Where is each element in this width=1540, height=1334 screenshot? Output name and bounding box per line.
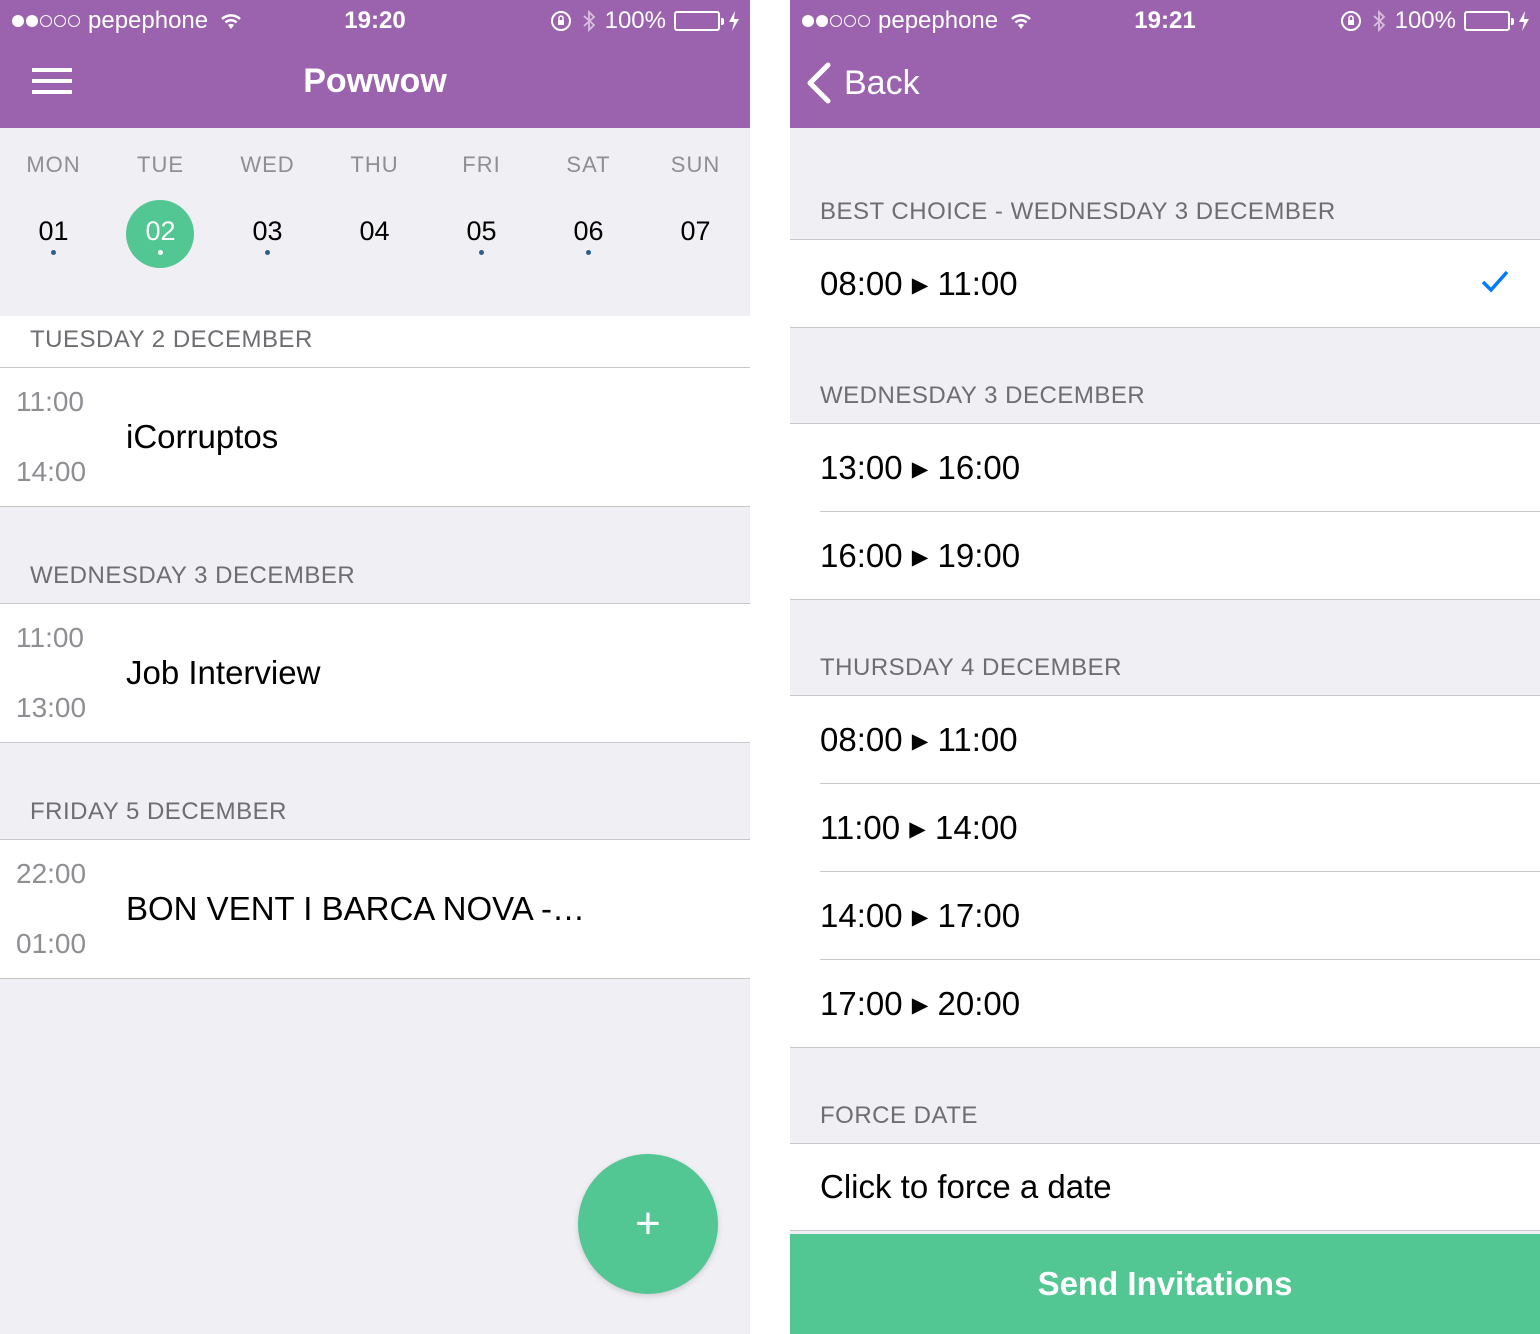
calendar-screen: pepephone 19:20 100% Powwow MON 01 TUE 0…	[0, 0, 750, 1334]
rotation-lock-icon	[1340, 11, 1361, 31]
charging-icon	[729, 11, 739, 31]
charging-icon	[1519, 11, 1529, 31]
event-end-time: 01:00	[16, 928, 87, 959]
event-start-time: 11:00	[16, 386, 84, 417]
battery-percent: 100%	[1394, 7, 1456, 34]
day-sat[interactable]: SAT 06	[535, 128, 642, 268]
day-tue[interactable]: TUE 02	[107, 128, 214, 268]
force-date-row[interactable]: Click to force a date	[790, 1143, 1540, 1231]
day-number: 06	[573, 216, 604, 246]
time-range: 16:00 ▸ 19:00	[820, 537, 1021, 574]
bluetooth-icon	[1373, 9, 1385, 33]
day-sun[interactable]: SUN 07	[642, 128, 749, 268]
time-range: 13:00 ▸ 16:00	[820, 449, 1021, 486]
day-number: 01	[38, 216, 69, 246]
back-label: Back	[844, 63, 920, 102]
time-slot[interactable]: 14:00 ▸ 17:00	[790, 872, 1540, 960]
section-header: FORCE DATE	[820, 1102, 978, 1129]
event-end-time: 13:00	[16, 692, 87, 723]
day-number: 05	[466, 216, 497, 246]
status-bar: pepephone 19:20 100%	[0, 0, 750, 40]
day-name: WED	[240, 152, 295, 177]
section-header: FRIDAY 5 DECEMBER	[30, 798, 287, 825]
event-dot	[265, 250, 270, 255]
day-mon[interactable]: MON 01	[0, 128, 107, 268]
battery-icon	[674, 11, 724, 31]
event-row[interactable]: 22:00 BON VENT I BARCA NOVA -… 01:00	[0, 839, 750, 979]
section-header: WEDNESDAY 3 DECEMBER	[820, 382, 1146, 409]
week-strip: MON 01 TUE 02 WED 03 THU 04 FRI 05 SAT 0…	[0, 128, 750, 396]
time-slot[interactable]: 16:00 ▸ 19:00	[790, 512, 1540, 600]
section-header: BEST CHOICE - WEDNESDAY 3 DECEMBER	[820, 198, 1336, 225]
event-row[interactable]: 11:00 Job Interview 13:00	[0, 603, 750, 743]
bluetooth-icon	[583, 9, 595, 33]
day-number: 03	[252, 216, 283, 246]
day-fri[interactable]: FRI 05	[428, 128, 535, 268]
day-name: SUN	[670, 152, 721, 177]
event-title: Job Interview	[126, 654, 321, 691]
header: pepephone 19:20 100% Powwow	[0, 0, 750, 128]
add-event-button[interactable]: +	[578, 1154, 718, 1294]
day-name: FRI	[462, 152, 501, 177]
day-number: 04	[359, 216, 390, 246]
status-bar: pepephone 19:21 100%	[790, 0, 1540, 40]
back-button[interactable]: Back	[804, 62, 920, 104]
time-range: 17:00 ▸ 20:00	[820, 985, 1021, 1022]
event-title: BON VENT I BARCA NOVA -…	[126, 890, 586, 927]
time-slot[interactable]: 08:00 ▸ 11:00	[790, 240, 1540, 328]
header: pepephone 19:21 100% Back	[790, 0, 1540, 128]
battery-icon	[1464, 11, 1514, 31]
time-range: 14:00 ▸ 17:00	[820, 897, 1021, 934]
day-wed[interactable]: WED 03	[214, 128, 321, 268]
event-dot	[586, 250, 591, 255]
event-row[interactable]: 11:00 iCorruptos 14:00	[0, 367, 750, 507]
event-dot	[479, 250, 484, 255]
status-right: 100%	[1339, 7, 1530, 35]
day-number: 07	[680, 216, 711, 246]
time-slots-screen: pepephone 19:21 100% Back BEST CHOICE - …	[790, 0, 1540, 1334]
day-number: 02	[145, 216, 176, 246]
time-slot[interactable]: 17:00 ▸ 20:00	[790, 960, 1540, 1048]
event-start-time: 22:00	[16, 858, 87, 889]
section-header: THURSDAY 4 DECEMBER	[820, 654, 1122, 681]
day-thu[interactable]: THU 04	[321, 128, 428, 268]
rotation-lock-icon	[550, 11, 571, 31]
send-invitations-button[interactable]: Send Invitations	[790, 1234, 1540, 1334]
event-title: iCorruptos	[126, 418, 279, 455]
chevron-left-icon	[807, 62, 831, 104]
event-dot	[51, 250, 56, 255]
time-range: 08:00 ▸ 11:00	[820, 265, 1018, 302]
event-dot	[158, 250, 163, 255]
time-range: 08:00 ▸ 11:00	[820, 721, 1018, 758]
time-range: 11:00 ▸ 14:00	[820, 809, 1018, 846]
page-title: Powwow	[303, 62, 447, 100]
checkmark-icon	[1481, 270, 1509, 293]
day-name: TUE	[137, 152, 184, 177]
section-header: TUESDAY 2 DECEMBER	[30, 326, 313, 353]
day-name: SAT	[566, 152, 611, 177]
status-right: 100%	[549, 7, 740, 35]
day-name: THU	[350, 152, 399, 177]
section-header: WEDNESDAY 3 DECEMBER	[30, 562, 356, 589]
battery-percent: 100%	[604, 7, 666, 34]
time-slot[interactable]: 11:00 ▸ 14:00	[790, 784, 1540, 872]
time-slot[interactable]: 13:00 ▸ 16:00	[790, 424, 1540, 512]
event-end-time: 14:00	[16, 456, 87, 487]
event-start-time: 11:00	[16, 622, 84, 653]
time-slot[interactable]: 08:00 ▸ 11:00	[790, 696, 1540, 784]
day-name: MON	[26, 152, 81, 177]
force-date-label: Click to force a date	[820, 1168, 1112, 1205]
